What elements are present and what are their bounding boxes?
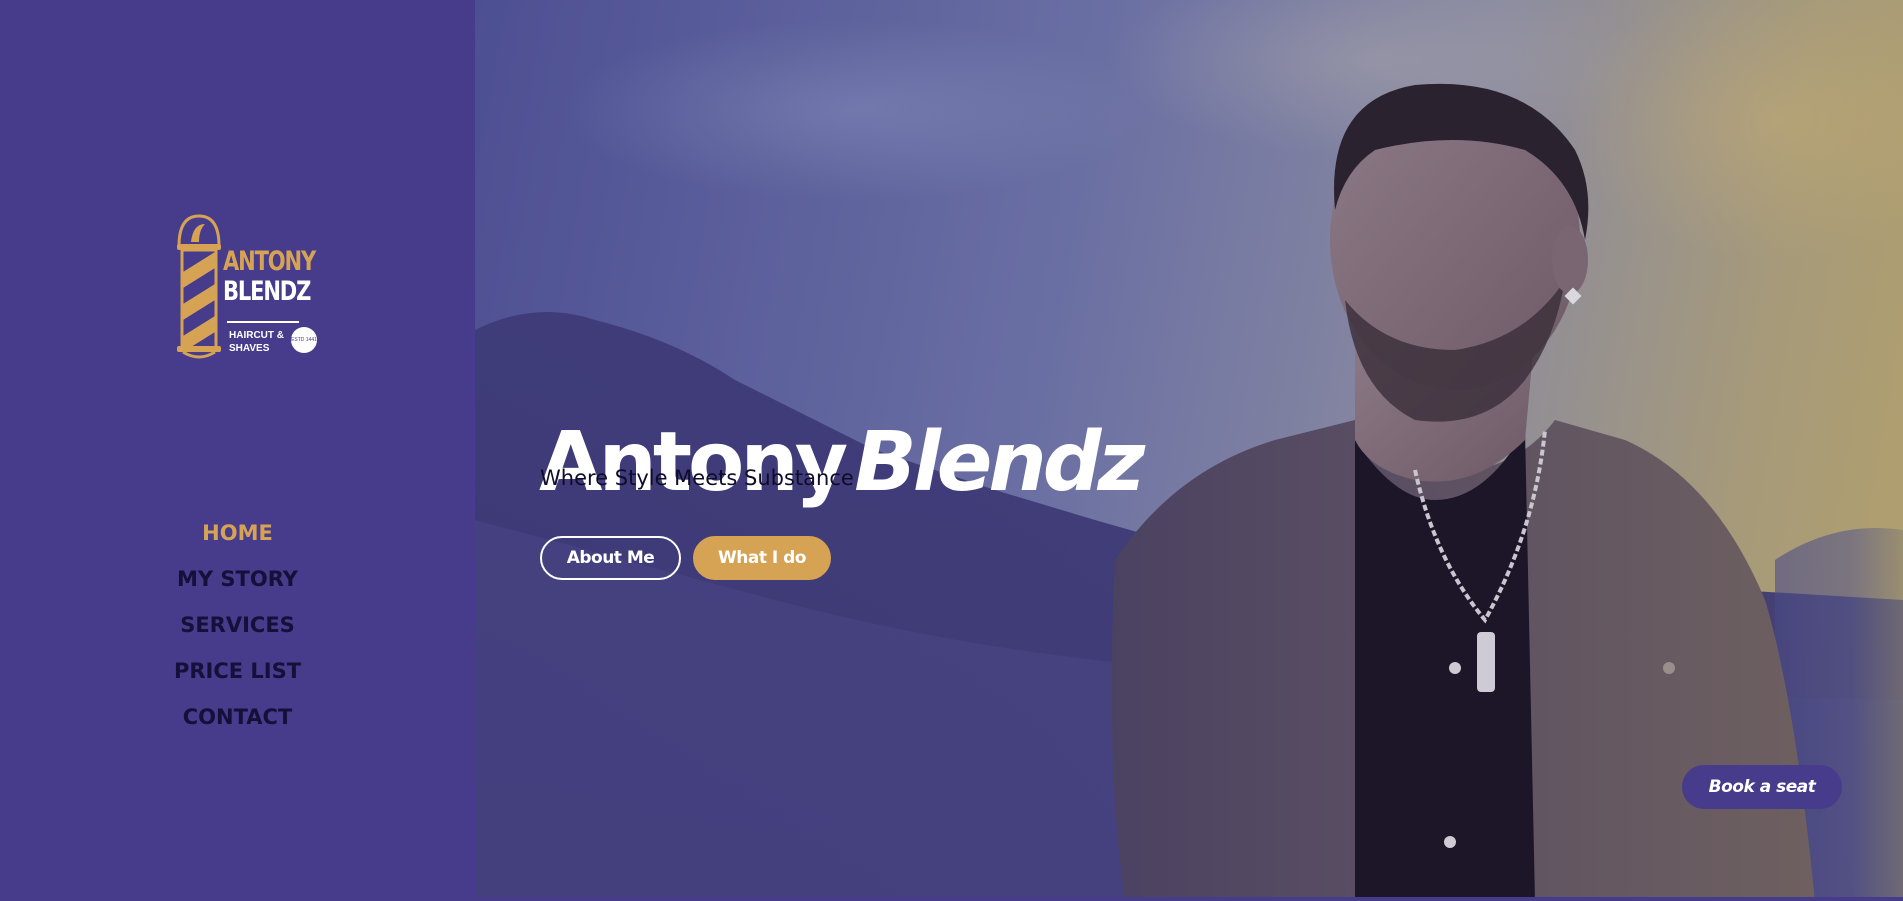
nav-item-home[interactable]: HOME bbox=[0, 510, 475, 556]
barber-pole-icon bbox=[177, 214, 221, 359]
hero-title-second: Blendz bbox=[854, 414, 1145, 510]
bottom-edge bbox=[0, 897, 1903, 901]
brand-subtitle: HAIRCUT & SHAVES bbox=[229, 330, 284, 354]
nav-item-services[interactable]: SERVICES bbox=[0, 602, 475, 648]
nav-item-contact[interactable]: CONTACT bbox=[0, 694, 475, 740]
hero-tagline: Where Style Meets Substance bbox=[540, 466, 854, 490]
brand-logo[interactable]: ANTONY BLENDZ HAIRCUT & SHAVES ESTD 1441 bbox=[175, 212, 321, 360]
hero-section: Antony Blendz Where Style Meets Substance… bbox=[475, 0, 1903, 901]
hero-title-first: Antony bbox=[539, 414, 848, 510]
brand-divider bbox=[227, 321, 299, 323]
hero-title: Antony Blendz bbox=[539, 413, 1145, 513]
brand-badge: ESTD 1441 bbox=[291, 327, 317, 353]
what-i-do-button[interactable]: What I do bbox=[693, 536, 831, 580]
nav-item-price-list[interactable]: PRICE LIST bbox=[0, 648, 475, 694]
sidebar: ANTONY BLENDZ HAIRCUT & SHAVES ESTD 1441… bbox=[0, 0, 475, 901]
page: ANTONY BLENDZ HAIRCUT & SHAVES ESTD 1441… bbox=[0, 0, 1903, 901]
book-a-seat-button[interactable]: Book a seat bbox=[1682, 765, 1842, 809]
brand-name-line2: BLENDZ bbox=[223, 276, 311, 307]
about-me-button[interactable]: About Me bbox=[540, 536, 681, 580]
brand-name-line1: ANTONY bbox=[223, 246, 316, 277]
nav-item-my-story[interactable]: MY STORY bbox=[0, 556, 475, 602]
main-nav: HOME MY STORY SERVICES PRICE LIST CONTAC… bbox=[0, 510, 475, 740]
